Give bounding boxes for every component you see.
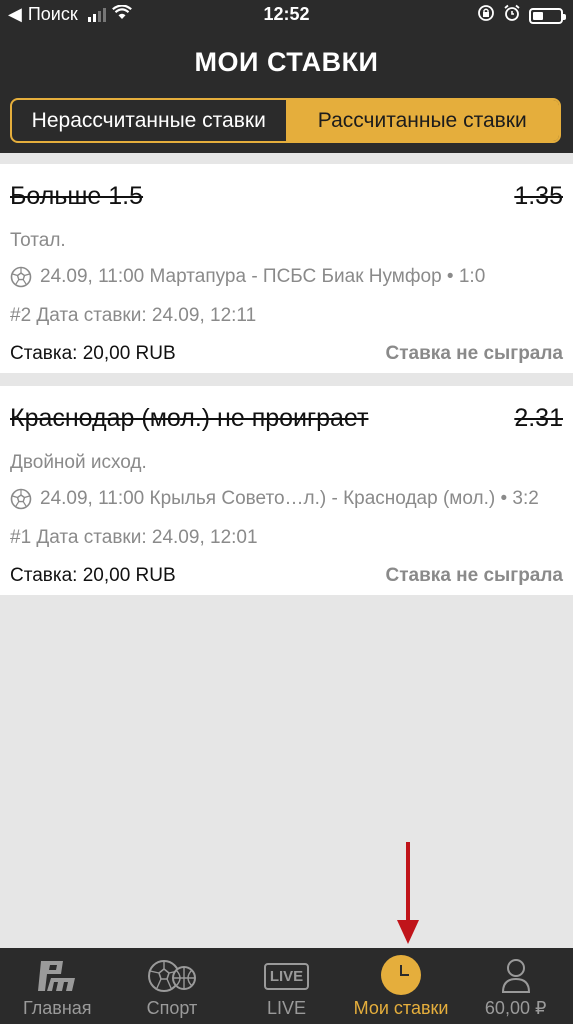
tabbar-label: Мои ставки bbox=[353, 998, 449, 1018]
bet-odds: 1.35 bbox=[514, 182, 563, 210]
pm-logo-icon bbox=[37, 957, 77, 995]
bet-event-text: 24.09, 11:00 Крылья Совето…л.) - Краснод… bbox=[40, 488, 539, 509]
bet-event-text: 24.09, 11:00 Мартапура - ПСБС Биак Нумфо… bbox=[40, 266, 486, 287]
battery-icon bbox=[529, 7, 566, 24]
user-icon bbox=[501, 957, 531, 995]
sport-balls-icon bbox=[146, 957, 198, 995]
bet-card[interactable]: Больше 1.5 1.35 Тотал. 24.09, 11:00 Март… bbox=[0, 164, 573, 373]
tabbar-label: Спорт bbox=[146, 998, 198, 1018]
tab-unsettled-bets[interactable]: Нерассчитанные ставки bbox=[12, 100, 286, 141]
bet-result: Ставка не сыграла bbox=[385, 343, 563, 364]
bottom-tab-bar: Главная Спорт LIVE LIVE Мои ставки 60,00… bbox=[0, 948, 573, 1024]
tabbar-item-live[interactable]: LIVE LIVE bbox=[229, 948, 344, 1024]
status-right bbox=[477, 4, 566, 27]
tabbar-item-home[interactable]: Главная bbox=[0, 948, 115, 1024]
bet-market: Двойной исход. bbox=[10, 452, 147, 473]
header: МОИ СТАВКИ Нерассчитанные ставки Рассчит… bbox=[0, 30, 573, 153]
bet-stake: Ставка: 20,00 RUB bbox=[10, 343, 176, 364]
alarm-icon bbox=[503, 4, 521, 27]
live-icon-text: LIVE bbox=[263, 962, 310, 990]
bet-odds: 2.31 bbox=[514, 404, 563, 432]
bet-stake: Ставка: 20,00 RUB bbox=[10, 565, 176, 586]
bet-status-segmented-control: Нерассчитанные ставки Рассчитанные ставк… bbox=[10, 98, 561, 143]
live-icon: LIVE bbox=[263, 957, 310, 995]
status-bar: ◀ Поиск 12:52 bbox=[0, 0, 573, 30]
tabbar-label: LIVE bbox=[266, 998, 306, 1018]
balance-label: 60,00 ₽ bbox=[484, 998, 547, 1018]
orientation-lock-icon bbox=[477, 4, 495, 27]
tabbar-item-my-bets[interactable]: Мои ставки bbox=[344, 948, 459, 1024]
bet-event: 24.09, 11:00 Мартапура - ПСБС Биак Нумфо… bbox=[10, 266, 485, 288]
soccer-ball-icon bbox=[10, 266, 32, 288]
bet-card[interactable]: Краснодар (мол.) не проиграет 2.31 Двойн… bbox=[0, 386, 573, 595]
bet-date: #1 Дата ставки: 24.09, 12:01 bbox=[10, 527, 258, 548]
bet-title: Больше 1.5 bbox=[10, 182, 144, 210]
soccer-ball-icon bbox=[10, 488, 32, 510]
bet-result: Ставка не сыграла bbox=[385, 565, 563, 586]
bet-date: #2 Дата ставки: 24.09, 12:11 bbox=[10, 305, 257, 326]
clock-icon bbox=[381, 955, 422, 995]
tabbar-item-account[interactable]: 60,00 ₽ bbox=[458, 948, 573, 1024]
page-title: МОИ СТАВКИ bbox=[194, 47, 379, 77]
tabbar-item-sport[interactable]: Спорт bbox=[115, 948, 230, 1024]
bet-title: Краснодар (мол.) не проиграет bbox=[10, 404, 369, 432]
annotation-arrow-icon bbox=[396, 842, 420, 951]
tabbar-label: Главная bbox=[23, 998, 92, 1018]
bet-market: Тотал. bbox=[10, 230, 66, 251]
tab-settled-bets[interactable]: Рассчитанные ставки bbox=[285, 100, 559, 141]
bet-event: 24.09, 11:00 Крылья Совето…л.) - Краснод… bbox=[10, 488, 539, 510]
